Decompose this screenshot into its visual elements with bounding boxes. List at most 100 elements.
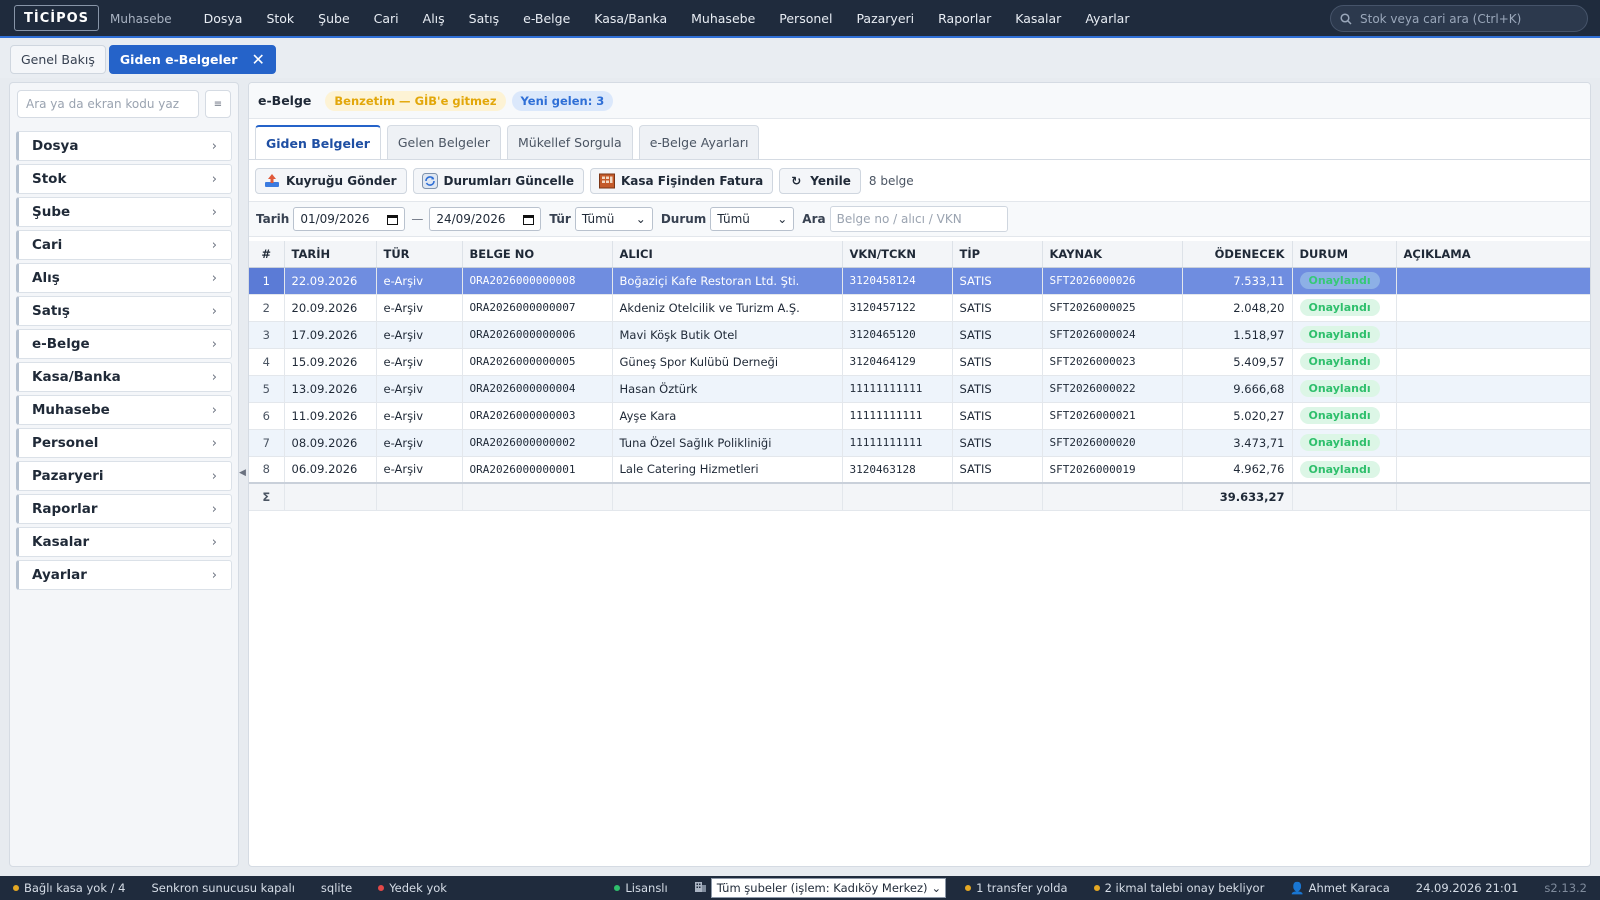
tab-genel-bakis[interactable]: Genel Bakış <box>10 44 106 74</box>
menu-stok[interactable]: Stok <box>254 11 306 26</box>
send-queue-button[interactable]: Kuyruğu Gönder <box>255 168 407 194</box>
menu-satis[interactable]: Satış <box>457 11 511 26</box>
menu-alis[interactable]: Alış <box>411 11 457 26</box>
tab-giden-belgeler[interactable]: Giden Belgeler <box>255 125 381 159</box>
app-logo[interactable]: TİCİPOS <box>14 5 100 31</box>
cell-date: 17.09.2026 <box>284 321 377 349</box>
col-type[interactable]: TÜR <box>376 241 463 268</box>
panel-header: e-Belge Benzetim — GİB'e gitmez Yeni gel… <box>249 83 1590 119</box>
table-row[interactable]: 2 20.09.2026 e-Arşiv ORA2026000000007 Ak… <box>249 294 1590 322</box>
menu-dosya[interactable]: Dosya <box>192 11 255 26</box>
sidebar-item-muhasebe[interactable]: Muhasebe › <box>16 395 232 425</box>
chevron-right-icon: › <box>211 336 217 352</box>
col-kind[interactable]: TİP <box>952 241 1043 268</box>
menu-kasalar[interactable]: Kasalar <box>1003 11 1073 26</box>
sidebar-item-raporlar[interactable]: Raporlar › <box>16 494 232 524</box>
tab-gelen-belgeler[interactable]: Gelen Belgeler <box>386 125 501 159</box>
branch-select[interactable]: Tüm şubeler (işlem: Kadıköy Merkez) ⌄ <box>710 878 947 898</box>
close-icon[interactable]: ✕ <box>251 50 264 69</box>
new-incoming-badge[interactable]: Yeni gelen: 3 <box>511 90 614 111</box>
document-search-input[interactable] <box>829 206 1008 232</box>
cell-buyer: Boğaziçi Kafe Restoran Ltd. Şti. <box>612 267 843 295</box>
date-to-input[interactable]: 24/09/2026 <box>429 207 542 231</box>
update-status-button[interactable]: Durumları Güncelle <box>412 168 584 194</box>
menu-kasa-banka[interactable]: Kasa/Banka <box>582 11 679 26</box>
menu-personel[interactable]: Personel <box>767 11 844 26</box>
chevron-right-icon: › <box>211 534 217 550</box>
table-row[interactable]: 4 15.09.2026 e-Arşiv ORA2026000000005 Gü… <box>249 348 1590 376</box>
version: s2.13.2 <box>1544 881 1587 895</box>
sidebar-item-stok[interactable]: Stok › <box>16 164 232 194</box>
table-row[interactable]: 7 08.09.2026 e-Arşiv ORA2026000000002 Tu… <box>249 429 1590 457</box>
cell-date: 08.09.2026 <box>284 429 377 457</box>
tab-mukellef-sorgula[interactable]: Mükellef Sorgula <box>506 125 633 159</box>
col-doc-no[interactable]: BELGE NO <box>462 241 613 268</box>
sidebar-item-label: Satış <box>32 303 70 319</box>
chevron-right-icon: › <box>211 171 217 187</box>
sidebar-item-personel[interactable]: Personel › <box>16 428 232 458</box>
calendar-icon[interactable] <box>387 214 399 225</box>
menu-sube[interactable]: Şube <box>306 11 361 26</box>
table-row[interactable]: 8 06.09.2026 e-Arşiv ORA2026000000001 La… <box>249 456 1590 484</box>
cell-kind: SATIS <box>952 267 1043 295</box>
date-from-input[interactable]: 01/09/2026 <box>293 207 406 231</box>
sidebar-item-kasa-banka[interactable]: Kasa/Banka › <box>16 362 232 392</box>
sidebar-item-cari[interactable]: Cari › <box>16 230 232 260</box>
tab-ebelge-ayarlari[interactable]: e-Belge Ayarları <box>638 125 760 159</box>
cell-kind: SATIS <box>952 402 1043 430</box>
sidebar-item-kasalar[interactable]: Kasalar › <box>16 527 232 557</box>
table-row[interactable]: 5 13.09.2026 e-Arşiv ORA2026000000004 Ha… <box>249 375 1590 403</box>
status-select[interactable]: Tümü ⌄ <box>710 207 795 231</box>
table-row[interactable]: 3 17.09.2026 e-Arşiv ORA2026000000006 Ma… <box>249 321 1590 349</box>
chevron-right-icon: › <box>211 402 217 418</box>
cell-index: 7 <box>249 429 285 457</box>
sidebar-item-ebelge[interactable]: e-Belge › <box>16 329 232 359</box>
sidebar-item-satis[interactable]: Satış › <box>16 296 232 326</box>
sidebar-item-alis[interactable]: Alış › <box>16 263 232 293</box>
total-cell-empty <box>612 482 843 511</box>
menu-icon[interactable]: ≡ <box>205 90 231 118</box>
sidebar-item-ayarlar[interactable]: Ayarlar › <box>16 560 232 590</box>
menu-cari[interactable]: Cari <box>362 11 411 26</box>
col-status[interactable]: DURUM <box>1292 241 1397 268</box>
calendar-icon[interactable] <box>523 214 535 225</box>
sidebar-item-dosya[interactable]: Dosya › <box>16 131 232 161</box>
transfer-status[interactable]: 1 transfer yolda <box>952 881 1080 895</box>
cell-source: SFT2026000025 <box>1042 294 1183 322</box>
user-status[interactable]: 👤 Ahmet Karaca <box>1277 881 1402 895</box>
page-tab-strip: Genel Bakış Giden e-Belgeler ✕ <box>0 40 1600 78</box>
col-source[interactable]: KAYNAK <box>1042 241 1183 268</box>
table-row[interactable]: 1 22.09.2026 e-Arşiv ORA2026000000008 Bo… <box>249 267 1590 295</box>
chevron-down-icon: ⌄ <box>931 881 942 895</box>
receipt-invoice-button[interactable]: Kasa Fişinden Fatura <box>589 168 774 194</box>
sidebar-item-pazaryeri[interactable]: Pazaryeri › <box>16 461 232 491</box>
col-buyer[interactable]: ALICI <box>612 241 843 268</box>
menu-raporlar[interactable]: Raporlar <box>926 11 1003 26</box>
col-note[interactable]: AÇIKLAMA <box>1396 241 1590 268</box>
refresh-button[interactable]: ↻ Yenile <box>779 168 861 194</box>
global-search-input[interactable] <box>1360 11 1575 26</box>
sidebar-search-input[interactable] <box>17 90 199 118</box>
col-date[interactable]: TARİH <box>284 241 377 268</box>
table-row[interactable]: 6 11.09.2026 e-Arşiv ORA2026000000003 Ay… <box>249 402 1590 430</box>
col-vkn[interactable]: VKN/TCKN <box>842 241 953 268</box>
top-bar: TİCİPOS Muhasebe Dosya Stok Şube Cari Al… <box>0 0 1600 38</box>
collapse-left-icon[interactable]: ◀ <box>239 468 246 478</box>
col-amount[interactable]: ÖDENECEK <box>1182 241 1293 268</box>
menu-ebelge[interactable]: e-Belge <box>511 11 582 26</box>
cash-status: Bağlı kasa yok / 4 <box>0 881 138 895</box>
col-index[interactable]: # <box>249 241 285 268</box>
sidebar-item-sube[interactable]: Şube › <box>16 197 232 227</box>
chevron-right-icon: › <box>211 369 217 385</box>
chevron-right-icon: › <box>211 270 217 286</box>
sidebar-item-label: Cari <box>32 237 63 253</box>
tab-giden-ebelgeler[interactable]: Giden e-Belgeler ✕ <box>108 44 276 74</box>
cell-date: 13.09.2026 <box>284 375 377 403</box>
type-select[interactable]: Tümü ⌄ <box>574 207 653 231</box>
menu-pazaryeri[interactable]: Pazaryeri <box>844 11 926 26</box>
cell-note <box>1396 321 1590 349</box>
global-search[interactable] <box>1330 5 1588 32</box>
menu-ayarlar[interactable]: Ayarlar <box>1073 11 1141 26</box>
supply-status[interactable]: 2 ikmal talebi onay bekliyor <box>1081 881 1278 895</box>
menu-muhasebe[interactable]: Muhasebe <box>679 11 767 26</box>
